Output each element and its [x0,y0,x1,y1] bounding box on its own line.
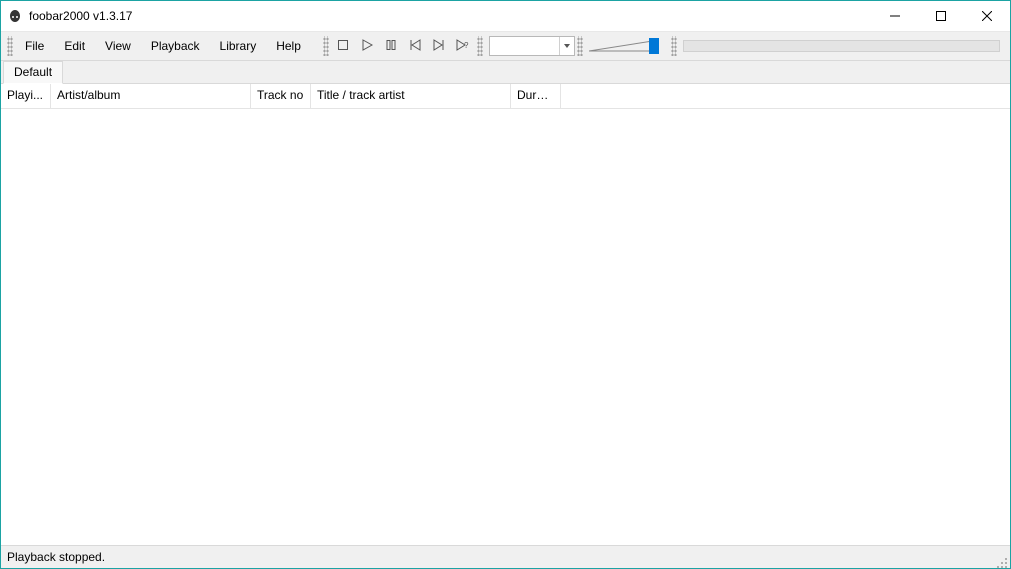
toolbar-grip[interactable] [7,36,13,56]
column-header-row: Playi... Artist/album Track no Title / t… [1,84,1010,109]
next-icon [433,39,445,54]
menu-file[interactable]: File [15,35,54,57]
column-header-duration[interactable]: Durat... [511,84,561,108]
previous-button[interactable] [404,35,426,57]
window-title: foobar2000 v1.3.17 [29,9,132,23]
menu-help[interactable]: Help [266,35,311,57]
window-controls [872,1,1010,31]
toolbar-grip-5[interactable] [671,36,677,56]
playlist-tab-default[interactable]: Default [3,61,63,84]
toolbar-grip-3[interactable] [477,36,483,56]
resize-grip-icon[interactable] [996,554,1008,566]
stop-button[interactable] [332,35,354,57]
previous-icon [409,39,421,54]
volume-thumb[interactable] [649,38,659,54]
close-button[interactable] [964,1,1010,31]
app-window: foobar2000 v1.3.17 File Edit View Playba… [0,0,1011,569]
menu-playback[interactable]: Playback [141,35,210,57]
toolbar: File Edit View Playback Library Help [1,31,1010,61]
toolbar-grip-2[interactable] [323,36,329,56]
column-header-artist[interactable]: Artist/album [51,84,251,108]
play-button[interactable] [356,35,378,57]
playlist-view[interactable] [1,109,1010,545]
toolbar-grip-4[interactable] [577,36,583,56]
play-icon [361,39,373,54]
main-menu: File Edit View Playback Library Help [15,35,311,57]
svg-text:?: ? [464,41,469,50]
column-header-trackno[interactable]: Track no [251,84,311,108]
status-text: Playback stopped. [7,546,105,568]
column-header-playing[interactable]: Playi... [1,84,51,108]
menu-library[interactable]: Library [210,35,267,57]
status-bar: Playback stopped. [1,545,1010,568]
random-button[interactable]: ? [452,35,474,57]
titlebar[interactable]: foobar2000 v1.3.17 [1,1,1010,31]
pause-button[interactable] [380,35,402,57]
stop-icon [337,39,349,54]
menu-view[interactable]: View [95,35,141,57]
maximize-button[interactable] [918,1,964,31]
menu-edit[interactable]: Edit [54,35,95,57]
chevron-down-icon [559,37,574,55]
pause-icon [385,39,397,54]
volume-slider[interactable] [589,37,665,55]
playlist-tabstrip[interactable]: Default [1,61,1010,84]
random-icon: ? [456,39,470,54]
app-icon [7,8,23,24]
playback-order-dropdown[interactable] [489,36,575,56]
seek-bar[interactable] [683,40,1000,52]
minimize-button[interactable] [872,1,918,31]
next-button[interactable] [428,35,450,57]
column-header-title[interactable]: Title / track artist [311,84,511,108]
